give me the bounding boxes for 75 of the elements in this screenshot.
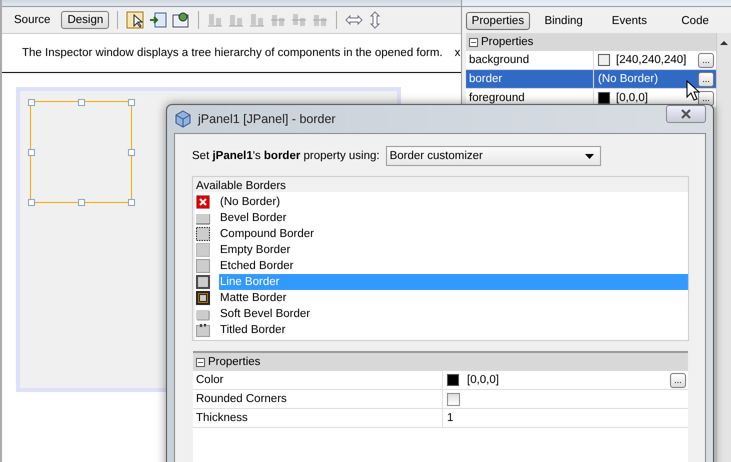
editor-dropdown[interactable]: Border customizer [386,146,601,166]
resize-handle[interactable] [28,99,35,106]
border-option[interactable]: Soft Bevel Border [219,306,688,322]
align-icon[interactable] [249,12,266,28]
property-name: Rounded Corners [193,390,443,408]
etched-border-icon [196,259,210,273]
border-option[interactable]: (No Border) [219,194,688,210]
close-button[interactable] [666,105,706,123]
edit-button[interactable]: ... [670,372,686,388]
property-row[interactable]: border (No Border) ... [466,70,716,89]
property-name: Color [193,371,443,389]
property-value: [240,240,240] [616,54,686,66]
cube-icon [174,110,192,128]
border-option[interactable]: Etched Border [219,258,688,274]
section-title: Properties [208,356,260,368]
property-value: 1 [447,412,454,424]
property-name: background [466,51,594,69]
resize-handle[interactable] [128,149,135,156]
property-value: [0,0,0] [467,374,499,386]
border-option[interactable]: Compound Border [219,226,688,242]
align-icon[interactable] [228,12,244,28]
empty-border-icon [196,243,210,257]
selection-mode-icon[interactable] [126,11,144,29]
section-header[interactable]: Properties [466,33,716,51]
close-hint-button[interactable]: x [452,47,462,59]
resize-handle[interactable] [28,199,35,206]
matte-border-icon [196,291,210,305]
border-option[interactable]: Bevel Border [219,210,688,226]
property-name: Thickness [193,409,443,427]
edit-button[interactable]: ... [698,90,714,106]
close-icon [680,109,692,119]
properties-tab[interactable]: Properties [466,12,530,30]
resize-handle[interactable] [128,199,135,206]
horizontal-resize-icon[interactable] [345,13,364,27]
dialog-title: jPanel1 [JPanel] - border [198,112,336,126]
property-value: (No Border) [598,73,658,85]
edit-button[interactable]: ... [698,52,714,68]
compound-border-icon [196,227,210,241]
resize-handle[interactable] [128,99,135,106]
scrollbar[interactable] [716,33,731,462]
mouse-cursor-icon [686,80,702,102]
caret-icon [584,154,594,158]
view-tab[interactable]: Source [8,11,56,29]
resize-handle[interactable] [78,99,85,106]
border-option[interactable]: Titled Border [219,322,688,338]
resize-handle[interactable] [28,149,35,156]
align-icon[interactable] [270,12,286,28]
list-label: Available Borders [195,180,287,192]
align-icon[interactable] [207,12,224,28]
border-option[interactable]: Empty Border [219,242,688,258]
line-border-icon [196,275,210,289]
scroll-up-icon[interactable] [719,39,729,47]
collapse-icon[interactable] [469,38,478,46]
properties-tab[interactable]: Code [663,12,727,30]
resize-handle[interactable] [78,199,85,206]
hint-text: The Inspector window displays a tree hierarchy of components in the opened form. [22,47,443,59]
view-tab[interactable]: Design [61,11,110,29]
bevel-border-icon [196,211,210,225]
collapse-icon[interactable] [196,358,205,366]
property-name: border [466,70,594,88]
selected-panel[interactable] [30,101,132,203]
properties-tab[interactable]: Events [598,12,662,30]
checkbox[interactable] [447,392,460,406]
align-icon[interactable] [291,12,308,28]
soft-bevel-border-icon [196,307,210,321]
vertical-resize-icon[interactable] [368,11,382,29]
properties-tab[interactable]: Binding [532,12,596,30]
section-header[interactable]: Properties [193,353,688,371]
property-value: [0,0,0] [616,92,648,104]
edit-button[interactable]: ... [698,72,714,86]
border-option[interactable]: Matte Border [219,290,688,306]
prompt-text: Set jPanel1's border property using: [192,150,380,162]
align-icon[interactable] [312,12,328,28]
section-title: Properties [481,36,534,48]
titled-border-icon [196,323,210,337]
